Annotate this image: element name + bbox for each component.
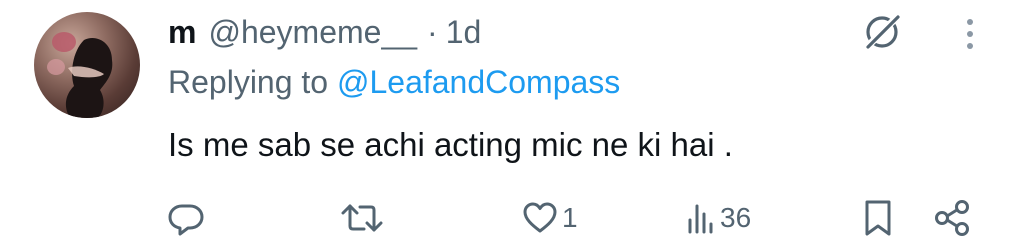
display-name[interactable]: m [168,14,196,51]
retweet-icon [341,204,383,232]
action-bar: 1 36 [0,196,1024,240]
tweet-header: m @heymeme__ · 1d [168,10,481,54]
replying-to-mention[interactable]: @LeafandCompass [337,64,620,100]
avatar[interactable] [34,12,140,118]
avatar-image [47,32,113,118]
like-count: 1 [562,202,578,233]
views-button[interactable]: 36 [686,196,751,240]
retweet-button[interactable] [340,196,388,240]
bookmark-icon [865,200,891,236]
like-button[interactable]: 1 [522,196,578,240]
replying-to-line: Replying to @LeafandCompass [168,64,620,101]
views-count: 36 [720,202,752,233]
separator-dot: · [427,13,438,50]
user-handle[interactable]: @heymeme__ [208,14,417,51]
share-button[interactable] [932,196,972,240]
grok-icon [865,13,901,49]
more-dots-icon [967,19,973,49]
share-icon [935,200,969,236]
heart-icon [523,202,557,233]
replying-prefix: Replying to [168,64,329,100]
reply-button[interactable] [166,196,210,240]
tweet-text: Is me sab se achi acting mic ne ki hai . [168,126,733,163]
reply-icon [168,204,204,236]
more-options-button[interactable] [952,12,988,56]
grok-button[interactable] [858,8,906,56]
tweet-article[interactable]: m @heymeme__ · 1d Replying to @LeafandCo… [0,0,1024,247]
analytics-icon [688,204,713,234]
bookmark-button[interactable] [862,196,894,240]
timestamp[interactable]: 1d [446,14,482,51]
